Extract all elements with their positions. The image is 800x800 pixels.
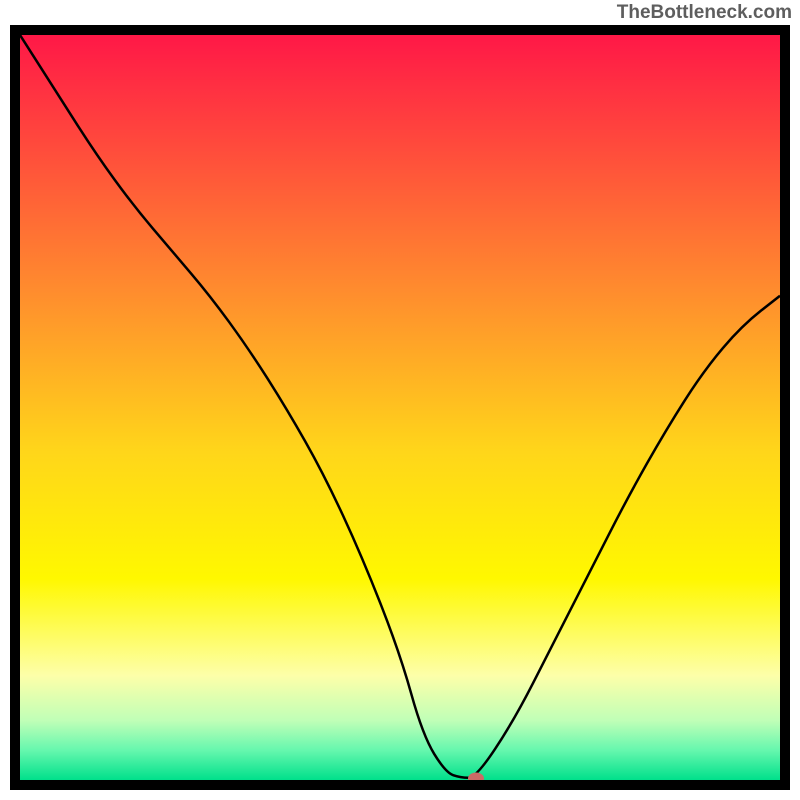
plot-area bbox=[10, 25, 790, 790]
gradient-background bbox=[20, 35, 780, 780]
watermark-label: TheBottleneck.com bbox=[617, 2, 792, 24]
bottleneck-chart bbox=[20, 35, 780, 780]
chart-container: TheBottleneck.com bbox=[0, 0, 800, 800]
